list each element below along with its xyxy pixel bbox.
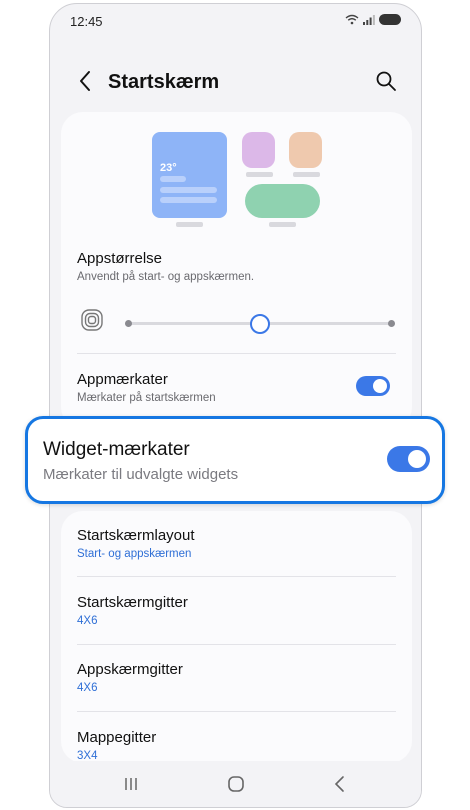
setting-title[interactable]: Appskærmgitter xyxy=(77,661,183,678)
home-icon[interactable] xyxy=(227,775,245,793)
preview-line xyxy=(160,187,217,193)
widget-badges-row[interactable]: Widget-mærkater Mærkater til udvalgte wi… xyxy=(25,416,445,504)
app-badges-subtitle: Mærkater på startskærmen xyxy=(77,392,216,404)
app-size-slider[interactable] xyxy=(125,313,395,334)
battery-icon xyxy=(379,14,401,25)
preview-widget xyxy=(245,184,320,218)
signal-icon xyxy=(363,15,375,25)
preview-caption xyxy=(269,222,296,227)
divider xyxy=(77,353,396,354)
widget-badges-title: Widget-mærkater xyxy=(43,439,190,460)
setting-value: 4X6 xyxy=(77,615,98,627)
preview-caption xyxy=(246,172,273,177)
divider xyxy=(77,711,396,712)
divider xyxy=(77,644,396,645)
setting-title[interactable]: Startskærmlayout xyxy=(77,527,195,544)
page-title: Startskærm xyxy=(108,71,220,93)
status-time: 12:45 xyxy=(70,14,103,29)
app-badges-title: Appmærkater xyxy=(77,371,168,388)
status-icons xyxy=(345,14,401,25)
preview-weather-widget: 23° xyxy=(152,132,227,218)
setting-value: 4X6 xyxy=(77,682,98,694)
divider xyxy=(77,576,396,577)
slider-step-dot xyxy=(388,320,395,327)
app-icon-size-icon xyxy=(81,309,103,331)
widget-badges-toggle[interactable] xyxy=(387,446,430,472)
header: Startskærm xyxy=(50,56,421,106)
preview-caption xyxy=(176,222,203,227)
widget-badges-subtitle: Mærkater til udvalgte widgets xyxy=(43,466,239,483)
back-arrow-icon[interactable] xyxy=(74,68,96,94)
setting-title[interactable]: Startskærmgitter xyxy=(77,594,188,611)
slider-thumb[interactable] xyxy=(250,313,270,334)
preview-line xyxy=(160,197,217,203)
settings-card-bottom: Startskærmlayout Start- og appskærmen St… xyxy=(61,511,412,763)
toggle-knob xyxy=(373,379,387,393)
setting-value: Start- og appskærmen xyxy=(77,548,192,560)
wifi-icon xyxy=(345,14,359,25)
back-nav-icon[interactable] xyxy=(332,775,348,793)
search-icon[interactable] xyxy=(375,70,397,92)
preview-app-icon xyxy=(242,132,275,168)
navigation-bar xyxy=(50,761,421,807)
slider-step-dot xyxy=(125,320,132,327)
app-size-subtitle: Anvendt på start- og appskærmen. xyxy=(77,271,255,283)
app-size-title: Appstørrelse xyxy=(77,250,163,267)
setting-title[interactable]: Mappegitter xyxy=(77,729,156,746)
preview-temperature: 23° xyxy=(160,162,177,174)
preview-line xyxy=(160,176,186,182)
preview-caption xyxy=(293,172,320,177)
recent-apps-icon[interactable] xyxy=(123,776,139,792)
status-bar: 12:45 xyxy=(50,4,421,38)
app-badges-toggle[interactable] xyxy=(356,376,390,396)
phone-frame: 12:45 Startskærm 23° Appstørrelse Anvend… xyxy=(49,3,422,808)
preview-app-icon xyxy=(289,132,322,168)
toggle-knob xyxy=(408,450,426,468)
